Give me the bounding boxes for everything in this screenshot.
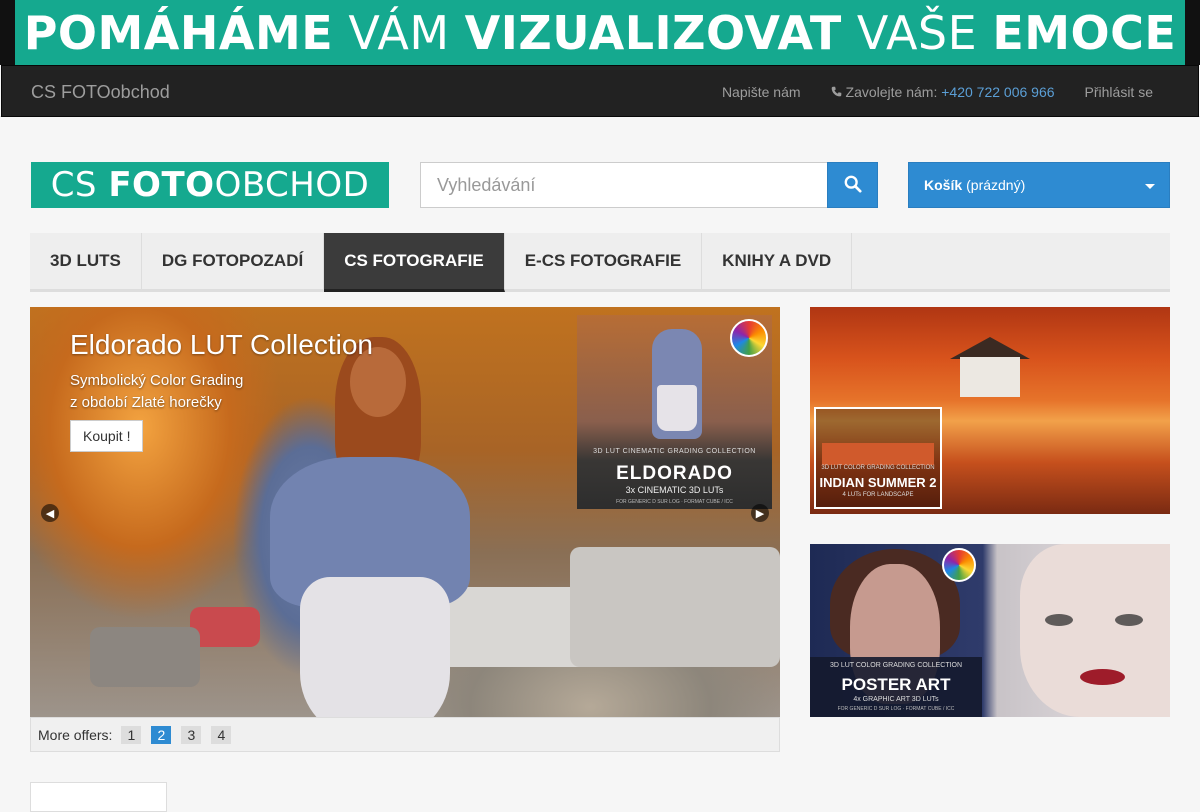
banner-tagline: 3D LUT COLOR GRADING COLLECTION <box>821 465 935 471</box>
banner-title: INDIAN SUMMER 2 <box>819 475 937 490</box>
cover-figure-skirt <box>657 385 697 431</box>
banner-slogan: POMÁHÁME VÁM VIZUALIZOVAT VAŠE EMOCE <box>24 6 1177 60</box>
category-3d-luts[interactable]: 3D LUTs <box>30 233 142 289</box>
product-cover-eldorado[interactable]: 3D LUT CINEMATIC GRADING COLLECTION ELDO… <box>577 315 772 509</box>
phone-icon <box>831 84 842 100</box>
banner-word: POMÁHÁME <box>23 5 334 60</box>
contact-link[interactable]: Napište nám <box>722 84 801 100</box>
pager-page-4[interactable]: 4 <box>211 725 232 744</box>
logo-text-obchod: OBCHOD <box>214 165 370 205</box>
logo-text-foto: FOTO <box>108 165 215 205</box>
top-navbar: CS FOTOobchod Napište nám Zavolejte nám:… <box>0 65 1200 117</box>
brand-link[interactable]: CS FOTOobchod <box>31 82 170 103</box>
background-car <box>570 547 780 667</box>
model-eye <box>1115 614 1143 626</box>
category-dg-fotopozadi[interactable]: DG fotopozadí <box>142 233 325 289</box>
phone-number-link[interactable]: +420 722 006 966 <box>941 84 1054 100</box>
hero-carousel[interactable]: Eldorado LUT Collection Symbolický Color… <box>30 307 780 717</box>
pager-label: More offers: <box>38 726 113 743</box>
banner-word: EMOCE <box>992 5 1177 60</box>
banner-format: FOR GENERIC D SUR LOG · FORMAT CUBE / IC… <box>837 706 955 712</box>
pager-page-3[interactable]: 3 <box>181 725 202 744</box>
product-cover-image <box>822 443 934 465</box>
site-logo[interactable]: CS FOTO OBCHOD <box>31 162 389 208</box>
chevron-left-icon: ◀ <box>45 507 55 520</box>
cover-subtitle: 3x CINEMATIC 3D LUTs <box>625 485 724 495</box>
pager-page-1[interactable]: 1 <box>121 725 142 744</box>
cart-label: Košík <box>924 177 963 193</box>
cart-dropdown[interactable]: Košík (prázdný) <box>908 162 1170 208</box>
phone-info: Zavolejte nám: +420 722 006 966 <box>831 84 1055 100</box>
category-e-cs-fotografie[interactable]: E-CS Fotografie <box>505 233 703 289</box>
model-face-closeup <box>1020 544 1170 717</box>
login-link[interactable]: Přihlásit se <box>1085 84 1153 100</box>
slide-title: Eldorado LUT Collection <box>70 329 373 360</box>
cart-status: (prázdný) <box>966 177 1026 193</box>
pager-page-2[interactable]: 2 <box>151 725 172 744</box>
banner-subtitle: 4 LUTs FOR LANDSCAPE <box>842 492 914 498</box>
top-navbar-inner: CS FOTOobchod Napište nám Zavolejte nám:… <box>1 65 1199 117</box>
model-lips <box>1080 669 1125 685</box>
top-nav-links: Napište nám Zavolejte nám: +420 722 006 … <box>722 66 1153 118</box>
model-eye <box>1045 614 1073 626</box>
slide-subtitle: Symbolický Color Grading z období Zlaté … <box>70 370 243 414</box>
carousel-next-button[interactable]: ▶ <box>751 504 769 522</box>
house <box>960 357 1020 397</box>
category-menu: 3D LUTs DG fotopozadí CS Fotografie E-CS… <box>30 233 1170 292</box>
chevron-right-icon: ▶ <box>755 507 765 520</box>
background-car <box>90 627 200 687</box>
bottom-panel <box>30 782 167 812</box>
side-banner-poster-art[interactable]: 3D LUT COLOR GRADING COLLECTION POSTER A… <box>810 544 1170 717</box>
slide-subtitle-line: Symbolický Color Grading <box>70 372 244 389</box>
logo-text-cs: CS <box>50 165 98 205</box>
top-banner[interactable]: POMÁHÁME VÁM VIZUALIZOVAT VAŠE EMOCE <box>15 0 1185 65</box>
search-input[interactable] <box>420 162 828 208</box>
cover-tagline: 3D LUT CINEMATIC GRADING COLLECTION <box>593 448 756 455</box>
banner-word: VÁM <box>348 5 450 60</box>
background-car <box>190 607 260 647</box>
carousel-prev-button[interactable]: ◀ <box>41 504 59 522</box>
banner-word: VIZUALIZOVAT <box>464 5 842 60</box>
top-banner-wrapper: POMÁHÁME VÁM VIZUALIZOVAT VAŠE EMOCE <box>0 0 1200 65</box>
chevron-down-icon <box>1145 184 1155 189</box>
search-button[interactable] <box>827 162 878 208</box>
banner-tagline: 3D LUT COLOR GRADING COLLECTION <box>829 662 963 669</box>
phone-label: Zavolejte nám: <box>845 84 938 100</box>
color-wheel-icon <box>730 319 768 357</box>
banner-subtitle: 4x GRAPHIC ART 3D LUTs <box>853 696 939 703</box>
cover-format: FOR GENERIC D SUR LOG · FORMAT CUBE / IC… <box>616 499 733 505</box>
slide-subtitle-line: z období Zlaté horečky <box>70 394 222 411</box>
banner-title: POSTER ART <box>841 675 951 694</box>
category-knihy-a-dvd[interactable]: Knihy a DVD <box>702 233 853 289</box>
cover-title: ELDORADO <box>616 463 733 484</box>
carousel-pager: More offers: 1 2 3 4 <box>30 717 780 752</box>
color-wheel-icon <box>942 548 976 582</box>
side-banner-indian-summer[interactable]: 3D LUT COLOR GRADING COLLECTION INDIAN S… <box>810 307 1170 514</box>
search-icon <box>844 175 862 196</box>
category-cs-fotografie[interactable]: CS Fotografie <box>324 233 505 292</box>
model-skirt <box>300 577 450 717</box>
buy-button[interactable]: Koupit ! <box>70 420 144 452</box>
house-roof <box>950 337 1030 359</box>
banner-word: VAŠE <box>856 5 978 60</box>
